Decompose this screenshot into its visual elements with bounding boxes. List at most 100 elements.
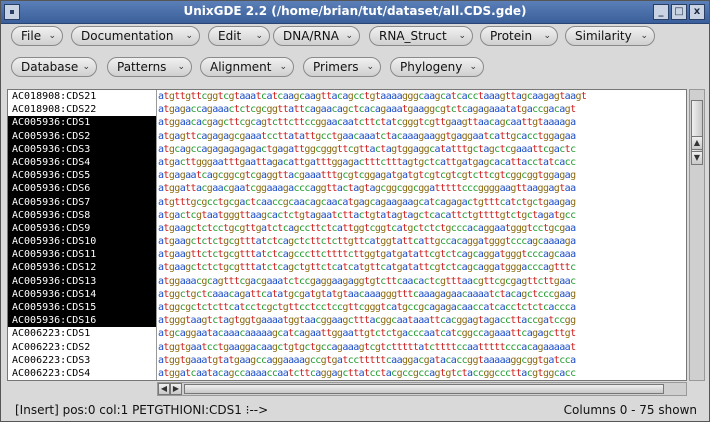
- menu-rna-struct[interactable]: RNA_Struct ⌄: [369, 26, 473, 46]
- application-window: UnixGDE 2.2 (/home/brian/tut/dataset/all…: [0, 0, 710, 422]
- chevron-down-icon: ⌄: [255, 31, 263, 41]
- menu-protein[interactable]: Protein ⌄: [480, 26, 558, 46]
- sequence-row[interactable]: atgagaatcagcggcgtcgaggttacgaaatttgcgtcgg…: [158, 169, 686, 182]
- menu-rna-struct-label: RNA_Struct: [379, 29, 447, 43]
- chevron-down-icon: ⌄: [469, 62, 477, 72]
- sequence-name-row[interactable]: AC005936:CDS3: [8, 142, 156, 156]
- menu-file-label: File: [21, 29, 42, 43]
- sequence-row[interactable]: atggtgaatcctgaaggacaagctgtgctgccagaaagtc…: [158, 341, 686, 354]
- horizontal-scroll-thumb[interactable]: [184, 384, 664, 394]
- minimize-button[interactable]: _: [653, 4, 669, 20]
- sequence-row[interactable]: atggctgctcaaacagattcatatgcgatgtatgtaacaa…: [158, 288, 686, 301]
- menu-file[interactable]: File ⌄: [11, 26, 63, 46]
- sequence-name-row[interactable]: AC005936:CDS11: [8, 248, 156, 262]
- menu-bar-row-2: Database ⌄ Patterns ⌄ Alignment ⌄ Primers ⌄ …: [1, 55, 709, 83]
- sequence-row[interactable]: atgaagctctctgcgtttatctcagctcttctcttgttca…: [158, 235, 686, 248]
- chevron-down-icon: ⌄: [185, 31, 193, 41]
- sequence-row[interactable]: atgggtaagtctagtggtgaaaatggtaacggaagcttta…: [158, 314, 686, 327]
- window-title: UnixGDE 2.2 (/home/brian/tut/dataset/all…: [183, 4, 527, 18]
- sequence-row[interactable]: atgcaggaatacaaacaaaaagcatcagaattggaattgt…: [158, 327, 686, 340]
- menu-bar-row-1: File ⌄ Documentation ⌄ Edit ⌄ DNA/RNA ⌄ RNA_…: [1, 24, 709, 52]
- status-left: [Insert] pos:0 col:1 PETGTHIONI:CDS1 ⁝--…: [15, 403, 269, 417]
- sequence-row[interactable]: atgagttcagagagcgaaatccttatattgcctgaacaaa…: [158, 130, 686, 143]
- sequence-name-row[interactable]: AC005936:CDS10: [8, 235, 156, 249]
- sequence-row[interactable]: atgaagctctcctgcgttgatctcagccttctcattggtc…: [158, 222, 686, 235]
- menu-alignment[interactable]: Alignment ⌄: [200, 57, 294, 77]
- menu-documentation-label: Documentation: [81, 29, 174, 43]
- sequence-name-row[interactable]: AC006223:CDS4: [8, 367, 156, 380]
- sequence-row[interactable]: atgaagttctctgcgtttatctcagcccttcttttcttgg…: [158, 248, 686, 261]
- scroll-up-arrow-icon[interactable]: ▲: [691, 136, 703, 150]
- scroll-left-arrow-icon[interactable]: ◀: [158, 383, 170, 395]
- menu-primers-label: Primers: [313, 60, 359, 74]
- sequence-name-row[interactable]: AC005936:CDS1: [8, 116, 156, 130]
- sequence-name-row[interactable]: AC006223:CDS3: [8, 354, 156, 367]
- sequence-row[interactable]: atgaagctctctgcgtttatctcagctgttctcatcatgt…: [158, 261, 686, 274]
- sequence-name-row[interactable]: AC018908:CDS22: [8, 103, 156, 116]
- chevron-down-icon: ⌄: [640, 31, 648, 41]
- sequence-name-row[interactable]: AC005936:CDS7: [8, 195, 156, 209]
- sequence-name-row[interactable]: AC006223:CDS2: [8, 341, 156, 354]
- sequence-name-row[interactable]: AC005936:CDS13: [8, 274, 156, 288]
- sequence-row[interactable]: atggaacacgagcttcgcagtcttcttccggaacaatctt…: [158, 116, 686, 129]
- sequence-name-row[interactable]: AC005936:CDS12: [8, 261, 156, 275]
- chevron-down-icon: ⌄: [48, 31, 56, 41]
- title-bar[interactable]: UnixGDE 2.2 (/home/brian/tut/dataset/all…: [1, 1, 709, 24]
- sequence-row[interactable]: atggatcaatacagccaaaaccaatcttcaggagcttatc…: [158, 367, 686, 380]
- menu-protein-label: Protein: [490, 29, 533, 43]
- horizontal-scrollbar[interactable]: ◀ ▶: [157, 382, 687, 396]
- sequence-name-row[interactable]: AC005936:CDS2: [8, 129, 156, 143]
- menu-primers[interactable]: Primers ⌄: [303, 57, 381, 77]
- sequence-row[interactable]: atggattacgaacgaatcggaaagacccaggttactagta…: [158, 182, 686, 195]
- sequence-name-row[interactable]: AC018908:CDS21: [8, 90, 156, 103]
- menu-patterns-label: Patterns: [117, 60, 167, 74]
- menu-phylogeny[interactable]: Phylogeny ⌄: [390, 57, 484, 77]
- chevron-down-icon: ⌄: [543, 31, 551, 41]
- menu-edit-label: Edit: [218, 29, 242, 43]
- menu-edit[interactable]: Edit ⌄: [208, 26, 270, 46]
- chevron-down-icon: ⌄: [345, 31, 353, 41]
- close-button[interactable]: x: [689, 4, 705, 20]
- sequence-name-row[interactable]: AC005936:CDS9: [8, 221, 156, 236]
- sequence-view[interactable]: atgttgttcggtcgtaaatcatcaagcaagttacagcctg…: [158, 90, 686, 380]
- sequence-row[interactable]: atgcagccagagagagagactgagattggcgggttcgtta…: [158, 143, 686, 156]
- chevron-down-icon: ⌄: [366, 62, 374, 72]
- sequence-row[interactable]: atgactcgtaatgggttaagcactctgtagaatcttactg…: [158, 209, 686, 222]
- sequence-row[interactable]: atgacttgggaatttgaattagacattgatttggagactt…: [158, 156, 686, 169]
- sequence-name-row[interactable]: AC005936:CDS8: [8, 208, 156, 222]
- menu-similarity-label: Similarity: [575, 29, 632, 43]
- chevron-down-icon: ⌄: [177, 62, 185, 72]
- status-right: Columns 0 - 75 shown: [563, 403, 697, 417]
- sequence-row[interactable]: atggcgctctcttcatcctcgctgttcctcctccgttcgg…: [158, 301, 686, 314]
- sequence-row[interactable]: atggtgaaatgtatgaagccaggaaaagccgtgatccttt…: [158, 354, 686, 367]
- menu-dna-rna[interactable]: DNA/RNA ⌄: [273, 26, 360, 46]
- sequence-name-row[interactable]: AC005936:CDS15: [8, 301, 156, 315]
- menu-patterns[interactable]: Patterns ⌄: [107, 57, 192, 77]
- scroll-down-arrow-icon[interactable]: ▼: [691, 151, 703, 165]
- sequence-row[interactable]: atgttgttcggtcgtaaatcatcaagcaagttacagcctg…: [158, 90, 686, 103]
- menu-database[interactable]: Database ⌄: [11, 57, 97, 77]
- menu-phylogeny-label: Phylogeny: [400, 60, 463, 74]
- sequence-row[interactable]: atggaaacgcagtttcgacgaaatctccgaggaagaggtg…: [158, 275, 686, 288]
- menu-alignment-label: Alignment: [210, 60, 272, 74]
- menu-database-label: Database: [21, 60, 79, 74]
- sequence-name-row[interactable]: AC005936:CDS5: [8, 169, 156, 183]
- chevron-down-icon: ⌄: [82, 62, 90, 72]
- scroll-right-arrow-icon[interactable]: ▶: [170, 383, 182, 395]
- sequence-name-row[interactable]: AC005936:CDS6: [8, 182, 156, 196]
- alignment-panel: AC018908:CDS21 AC018908:CDS22 AC005936:CDS…: [7, 89, 687, 381]
- sequence-row[interactable]: atgagaccagaaactctcgcggttattcagaacagctcac…: [158, 103, 686, 116]
- sequence-name-row[interactable]: AC005936:CDS14: [8, 287, 156, 301]
- status-bar: [Insert] pos:0 col:1 PETGTHIONI:CDS1 ⁝--…: [1, 399, 709, 421]
- sequence-row[interactable]: atgtttgcgcctgcgactcaaccgcaacagcaacatgagc…: [158, 196, 686, 209]
- menu-similarity[interactable]: Similarity ⌄: [565, 26, 655, 46]
- menu-dna-rna-label: DNA/RNA: [283, 29, 339, 43]
- sequence-name-row[interactable]: AC005936:CDS4: [8, 155, 156, 170]
- chevron-down-icon: ⌄: [458, 31, 466, 41]
- maximize-button[interactable]: □: [671, 4, 687, 20]
- vertical-scrollbar[interactable]: ▲ ▼: [689, 89, 705, 381]
- sequence-name-row[interactable]: AC005936:CDS16: [8, 314, 156, 328]
- menu-documentation[interactable]: Documentation ⌄: [71, 26, 200, 46]
- sequence-name-row[interactable]: AC006223:CDS1: [8, 327, 156, 340]
- sequence-name-list: AC018908:CDS21 AC018908:CDS22 AC005936:CDS…: [8, 90, 157, 380]
